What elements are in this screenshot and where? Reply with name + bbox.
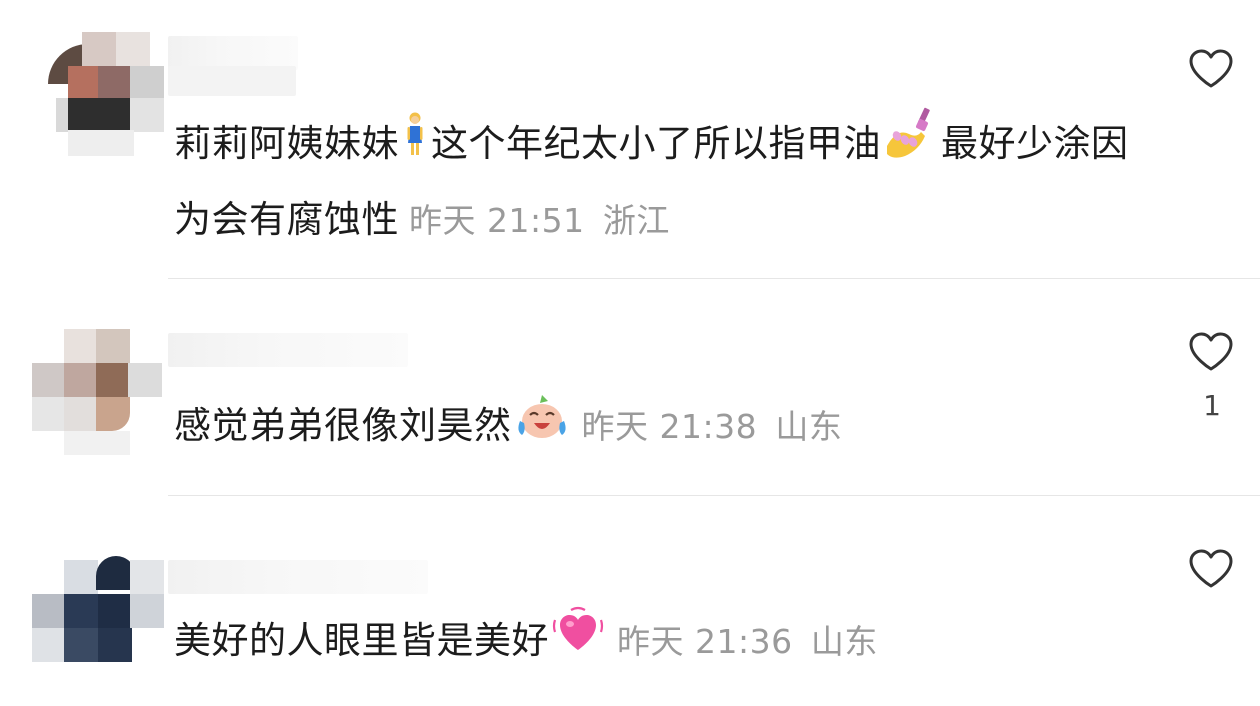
avatar[interactable] xyxy=(32,30,172,170)
comment-text-part: 美好的人眼里皆是美好 xyxy=(174,619,549,662)
comment-location: 山东 xyxy=(810,622,878,661)
comment-location: 浙江 xyxy=(602,201,670,240)
avatar[interactable] xyxy=(32,329,172,469)
like-button[interactable] xyxy=(1188,331,1236,377)
comment-item[interactable]: 美好的人眼里皆是美好 昨天 21:36 山东 xyxy=(0,496,1260,706)
comment-timestamp: 昨天 21:38 xyxy=(581,407,758,446)
nail-polish-icon xyxy=(883,106,939,185)
comment-text-part: 莉莉阿姨妹妹 xyxy=(174,122,399,165)
comment-text: 美好的人眼里皆是美好 昨天 21:36 山东 xyxy=(174,606,1154,679)
heart-outline-icon[interactable] xyxy=(1188,331,1234,373)
comment-text-part: 感觉弟弟很像刘昊然 xyxy=(174,404,512,447)
avatar[interactable] xyxy=(32,546,172,686)
username[interactable] xyxy=(168,36,298,70)
comment-location: 山东 xyxy=(775,407,843,446)
heart-outline-icon[interactable] xyxy=(1188,548,1234,590)
comment-timestamp: 昨天 21:36 xyxy=(617,622,793,661)
username[interactable] xyxy=(168,333,408,367)
crying-laughing-face-icon xyxy=(514,391,570,464)
username[interactable] xyxy=(168,560,428,594)
comment-item[interactable]: 莉莉阿姨妹妹 这个年纪太小了所以指甲油 最好少涂因为会有腐蚀性 昨天 21:51 … xyxy=(0,0,1260,278)
growing-heart-icon xyxy=(551,606,605,679)
comment-timestamp: 昨天 21:51 xyxy=(409,201,585,240)
username-secondary xyxy=(168,66,296,96)
woman-standing-icon xyxy=(401,111,429,181)
comment-item[interactable]: 感觉弟弟很像刘昊然 昨天 21:38 山东 1 xyxy=(0,279,1260,495)
comment-text: 莉莉阿姨妹妹 这个年纪太小了所以指甲油 最好少涂因为会有腐蚀性 昨天 21:51 … xyxy=(174,106,1154,256)
heart-outline-icon[interactable] xyxy=(1188,48,1234,90)
comment-text: 感觉弟弟很像刘昊然 昨天 21:38 山东 xyxy=(174,391,1154,464)
comment-text-part: 这个年纪太小了所以指甲油 xyxy=(431,122,881,165)
comment-feed: 莉莉阿姨妹妹 这个年纪太小了所以指甲油 最好少涂因为会有腐蚀性 昨天 21:51 … xyxy=(0,0,1260,706)
like-count: 1 xyxy=(1203,389,1221,422)
like-button[interactable] xyxy=(1188,548,1236,594)
like-button[interactable] xyxy=(1188,48,1236,94)
